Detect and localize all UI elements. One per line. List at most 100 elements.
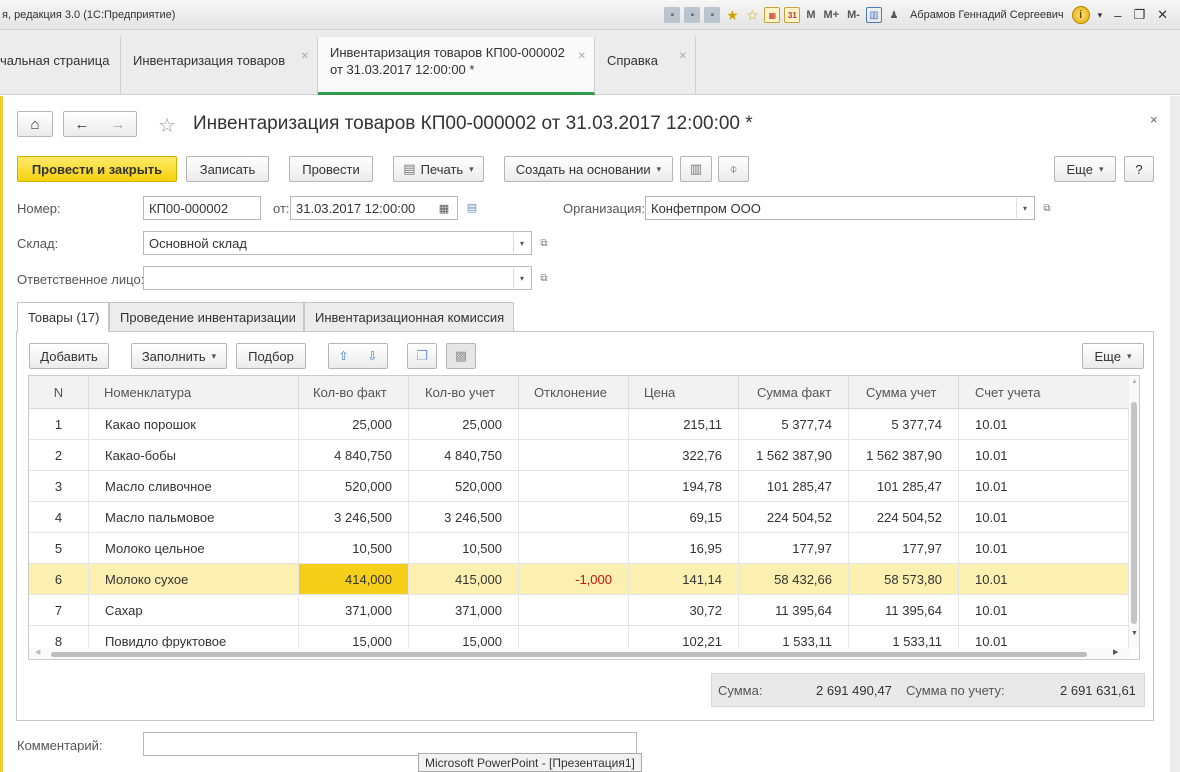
cell-sum-fact[interactable]: 58 432,66 [739, 564, 849, 594]
add-favorite-icon[interactable]: ☆ [744, 7, 760, 23]
table-row[interactable]: 7 Сахар 371,000 371,000 30,72 11 395,64 11 395… [29, 595, 1129, 626]
close-window-icon[interactable]: ✕ [1153, 7, 1172, 23]
cell-sum-fact[interactable]: 5 377,74 [739, 409, 849, 439]
cell-item[interactable]: Масло пальмовое [89, 502, 299, 532]
cell-price[interactable]: 322,76 [629, 440, 739, 470]
cell-n[interactable]: 6 [29, 564, 89, 594]
date-field[interactable]: 31.03.2017 12:00:00 [290, 196, 458, 220]
number-field[interactable]: КП00-000002 [143, 196, 261, 220]
cell-deviation[interactable] [519, 471, 629, 501]
cell-qty-accounting[interactable]: 4 840,750 [409, 440, 519, 470]
move-up-icon[interactable]: ⇧ [338, 349, 348, 363]
column-header-n[interactable]: N [29, 376, 89, 409]
calendar-icon[interactable]: 31 [784, 7, 801, 23]
cell-sum-accounting[interactable]: 5 377,74 [849, 409, 959, 439]
cell-n[interactable]: 2 [29, 440, 89, 470]
tab-inventory-conduct[interactable]: Проведение инвентаризации [109, 302, 304, 332]
scroll-down-icon[interactable]: ▼ [1131, 630, 1138, 637]
cell-sum-fact[interactable]: 1 562 387,90 [739, 440, 849, 470]
date-history-icon[interactable]: ▤ [462, 196, 482, 218]
table-row[interactable]: 3 Масло сливочное 520,000 520,000 194,78 101 … [29, 471, 1129, 502]
table-row[interactable]: 5 Молоко цельное 10,500 10,500 16,95 177,97 17… [29, 533, 1129, 564]
tab-inventory-commission[interactable]: Инвентаризационная комиссия [304, 302, 514, 332]
cell-deviation[interactable] [519, 595, 629, 625]
help-button[interactable]: ? [1124, 156, 1154, 182]
add-button[interactable]: Добавить [29, 343, 109, 369]
cell-price[interactable]: 69,15 [629, 502, 739, 532]
chevron-down-icon[interactable]: ▾ [513, 268, 530, 288]
scrollbar-thumb[interactable] [1131, 402, 1137, 624]
cell-deviation[interactable] [519, 533, 629, 563]
cell-qty-accounting[interactable]: 25,000 [409, 409, 519, 439]
open-warehouse-icon[interactable]: ⧉ [535, 232, 553, 254]
cell-qty-accounting[interactable]: 10,500 [409, 533, 519, 563]
cell-sum-accounting[interactable]: 101 285,47 [849, 471, 959, 501]
cell-price[interactable]: 215,11 [629, 409, 739, 439]
cell-item[interactable]: Молоко цельное [89, 533, 299, 563]
horizontal-scrollbar[interactable]: ◀ ▶ [29, 648, 1129, 659]
cell-qty-fact[interactable]: 520,000 [299, 471, 409, 501]
cell-account[interactable]: 10.01 [959, 564, 1129, 594]
table-row[interactable]: 1 Какао порошок 25,000 25,000 215,11 5 377,74… [29, 409, 1129, 440]
user-name[interactable]: Абрамов Геннадий Сергеевич [906, 9, 1068, 21]
cell-qty-fact[interactable]: 4 840,750 [299, 440, 409, 470]
fill-button[interactable]: Заполнить ▾ [131, 343, 227, 369]
scroll-up-icon[interactable]: ▲ [1131, 378, 1138, 385]
open-responsible-icon[interactable]: ⧉ [535, 267, 553, 289]
cell-deviation[interactable] [519, 502, 629, 532]
create-based-on-button[interactable]: Создать на основании ▾ [504, 156, 673, 182]
memory-minus-button[interactable]: M- [845, 9, 862, 21]
scroll-right-icon[interactable]: ▶ [1113, 648, 1118, 656]
cell-account[interactable]: 10.01 [959, 502, 1129, 532]
panels-icon[interactable]: ▥ [865, 7, 882, 23]
cell-account[interactable]: 10.01 [959, 440, 1129, 470]
cell-price[interactable]: 16,95 [629, 533, 739, 563]
paste-button[interactable]: ▩ [446, 343, 476, 369]
report-button[interactable]: ▥ [680, 156, 712, 182]
memory-button[interactable]: M [804, 9, 817, 21]
column-header-sum-fact[interactable]: Сумма факт [739, 376, 849, 409]
column-header-qty-fact[interactable]: Кол-во факт [299, 376, 409, 409]
responsible-field[interactable] [143, 266, 532, 290]
cell-qty-fact[interactable]: 10,500 [299, 533, 409, 563]
open-organization-icon[interactable]: ⧉ [1038, 197, 1056, 219]
cell-qty-fact[interactable]: 414,000 [299, 564, 409, 594]
cell-deviation[interactable] [519, 440, 629, 470]
cell-account[interactable]: 10.01 [959, 533, 1129, 563]
calendar-picker-icon[interactable]: ▦ [434, 197, 454, 219]
cell-n[interactable]: 5 [29, 533, 89, 563]
column-header-qty-accounting[interactable]: Кол-во учет [409, 376, 519, 409]
restore-icon[interactable]: ❐ [1129, 7, 1149, 23]
tab-inventory-list[interactable]: Инвентаризация товаров ✕ [121, 37, 318, 95]
cell-sum-accounting[interactable]: 58 573,80 [849, 564, 959, 594]
cell-sum-fact[interactable]: 177,97 [739, 533, 849, 563]
column-header-item[interactable]: Номенклатура [89, 376, 299, 409]
scrollbar-thumb[interactable] [51, 652, 1087, 657]
cell-account[interactable]: 10.01 [959, 471, 1129, 501]
save-button[interactable]: Записать [186, 156, 269, 182]
memory-plus-button[interactable]: M+ [822, 9, 842, 21]
move-down-icon[interactable]: ⇩ [367, 349, 377, 363]
cell-deviation[interactable] [519, 409, 629, 439]
select-button[interactable]: Подбор [236, 343, 306, 369]
preview-icon[interactable]: ▪ [704, 7, 721, 23]
chevron-down-icon[interactable]: ▾ [1016, 198, 1033, 218]
close-tab-icon[interactable]: ✕ [301, 48, 309, 65]
organization-field[interactable]: Конфетпром ООО [645, 196, 1035, 220]
print-button[interactable]: ▤ Печать ▾ [393, 156, 484, 182]
cell-qty-accounting[interactable]: 3 246,500 [409, 502, 519, 532]
more-button[interactable]: Еще ▾ [1054, 156, 1116, 182]
back-arrow-icon[interactable]: ← [75, 116, 90, 133]
cell-price[interactable]: 141,14 [629, 564, 739, 594]
cell-qty-fact[interactable]: 371,000 [299, 595, 409, 625]
cell-account[interactable]: 10.01 [959, 595, 1129, 625]
post-and-close-button[interactable]: Провести и закрыть [17, 156, 177, 182]
cell-item[interactable]: Молоко сухое [89, 564, 299, 594]
table-row[interactable]: 2 Какао-бобы 4 840,750 4 840,750 322,76 1 562… [29, 440, 1129, 471]
cell-n[interactable]: 7 [29, 595, 89, 625]
close-form-icon[interactable]: × [1150, 112, 1158, 127]
cell-price[interactable]: 194,78 [629, 471, 739, 501]
table-more-button[interactable]: Еще ▾ [1082, 343, 1144, 369]
cell-sum-fact[interactable]: 101 285,47 [739, 471, 849, 501]
cell-n[interactable]: 1 [29, 409, 89, 439]
